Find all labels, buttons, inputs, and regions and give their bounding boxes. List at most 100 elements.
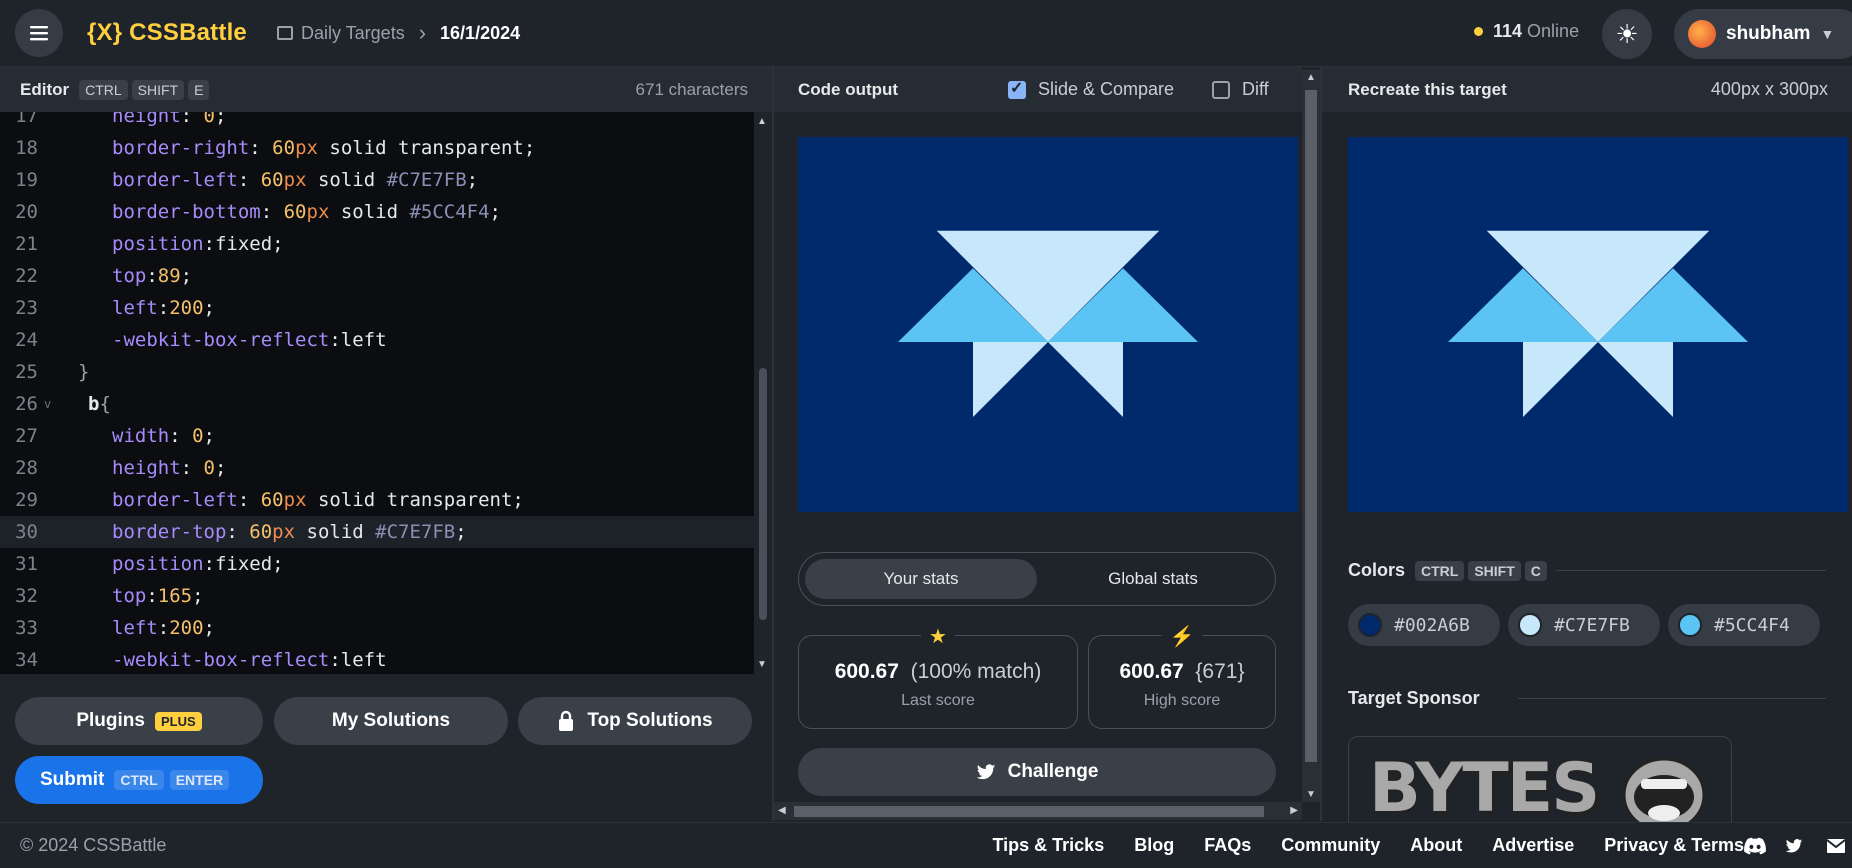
code-line[interactable]: 29 border-left: 60px solid transparent; [0, 484, 754, 516]
line-number: 22 [15, 265, 38, 287]
scroll-down-icon[interactable]: ▼ [757, 659, 767, 670]
plugins-label: Plugins [76, 710, 145, 731]
line-number: 32 [15, 585, 38, 607]
high-score-detail: {671} [1195, 660, 1245, 683]
submit-button[interactable]: Submit CTRL ENTER [15, 756, 263, 804]
last-score-label: Last score [901, 692, 975, 709]
output-vscroll-thumb[interactable] [1305, 90, 1317, 762]
code-line[interactable]: 20 border-bottom: 60px solid #5CC4F4; [0, 196, 754, 228]
menu-button[interactable] [15, 9, 63, 57]
editor-scroll-thumb[interactable] [759, 368, 767, 620]
sponsor-title: Target Sponsor [1348, 688, 1480, 709]
breadcrumb-daily-targets[interactable]: Daily Targets [301, 23, 405, 44]
code-text: b{ [88, 393, 111, 415]
line-number: 28 [15, 457, 38, 479]
theme-toggle-button[interactable]: ☀ [1602, 9, 1652, 59]
code-line[interactable]: 31 position:fixed; [0, 548, 754, 580]
scroll-left-icon[interactable]: ◀ [778, 805, 786, 816]
footer-link-privacy[interactable]: Privacy & Terms [1604, 835, 1744, 856]
editor-scrollbar[interactable]: ▲ ▼ [754, 112, 772, 674]
username: shubham [1726, 23, 1811, 44]
scroll-down-icon[interactable]: ▼ [1306, 789, 1316, 800]
footer-link-about[interactable]: About [1410, 835, 1462, 856]
code-line[interactable]: 23 left:200; [0, 292, 754, 324]
color-swatch[interactable]: #002A6B [1348, 604, 1500, 646]
code-line[interactable]: 27 width: 0; [0, 420, 754, 452]
target-preview[interactable] [1348, 137, 1848, 512]
color-hex: #002A6B [1394, 614, 1470, 636]
calendar-icon [276, 26, 293, 40]
stats-tabs: Your stats Global stats [798, 552, 1276, 606]
kbd-shift: SHIFT [131, 79, 185, 100]
scroll-right-icon[interactable]: ▶ [1290, 805, 1298, 816]
user-menu-button[interactable]: shubham ▼ [1674, 9, 1852, 59]
tab-global-stats[interactable]: Global stats [1037, 559, 1269, 599]
footer-link-blog[interactable]: Blog [1134, 835, 1174, 856]
breadcrumb-date: 16/1/2024 [440, 22, 521, 43]
pane-divider[interactable] [772, 67, 774, 821]
scroll-up-icon[interactable]: ▲ [1306, 72, 1316, 83]
code-line[interactable]: 34 -webkit-box-reflect:left [0, 644, 754, 674]
code-line[interactable]: 25} [0, 356, 754, 388]
scroll-up-icon[interactable]: ▲ [757, 116, 767, 127]
line-number: 18 [15, 137, 38, 159]
top-solutions-button[interactable]: Top Solutions [518, 697, 752, 745]
plugins-button[interactable]: Plugins PLUS [15, 697, 263, 745]
sponsor-banner[interactable]: BYTES [1348, 736, 1732, 828]
code-editor[interactable]: 17 height: 0; 18 border-right: 60px solid t… [0, 112, 754, 674]
code-line[interactable]: 21 position:fixed; [0, 228, 754, 260]
my-solutions-button[interactable]: My Solutions [274, 697, 508, 745]
pane-divider[interactable] [1320, 67, 1322, 821]
fold-chevron-icon[interactable]: v [44, 388, 51, 420]
challenge-button[interactable]: Challenge [798, 748, 1276, 796]
star-icon: ★ [921, 624, 955, 649]
target-title: Recreate this target [1348, 79, 1507, 99]
line-number: 21 [15, 233, 38, 255]
code-line[interactable]: 30 border-top: 60px solid #C7E7FB; [0, 516, 754, 548]
color-swatch[interactable]: #C7E7FB [1508, 604, 1660, 646]
code-line[interactable]: 19 border-left: 60px solid #C7E7FB; [0, 164, 754, 196]
discord-icon[interactable] [1744, 837, 1766, 855]
code-text: -webkit-box-reflect:left [112, 649, 387, 671]
tab-your-stats[interactable]: Your stats [805, 559, 1037, 599]
line-number: 17 [15, 112, 38, 127]
plus-badge: PLUS [154, 711, 202, 731]
code-line[interactable]: 32 top:165; [0, 580, 754, 612]
color-dot-icon [1678, 613, 1702, 637]
color-swatch[interactable]: #5CC4F4 [1668, 604, 1820, 646]
code-text: border-left: 60px solid transparent; [112, 489, 524, 511]
code-line[interactable]: 22 top:89; [0, 260, 754, 292]
line-number: 26 [15, 393, 38, 415]
challenge-label: Challenge [1007, 761, 1099, 782]
code-line[interactable]: 17 height: 0; [0, 112, 754, 132]
code-line[interactable]: 18 border-right: 60px solid transparent; [0, 132, 754, 164]
output-hscroll-thumb[interactable] [794, 806, 1264, 817]
footer-link-tips[interactable]: Tips & Tricks [992, 835, 1104, 856]
output-vertical-scrollbar[interactable]: ▲ ▼ [1302, 70, 1320, 802]
diff-checkbox[interactable]: Diff [1212, 79, 1269, 100]
code-text: left:200; [112, 617, 215, 639]
color-dot-icon [1518, 613, 1542, 637]
output-horizontal-scrollbar[interactable]: ◀ ▶ [774, 802, 1302, 820]
code-line[interactable]: 33 left:200; [0, 612, 754, 644]
code-line[interactable]: 26 v b{ [0, 388, 754, 420]
cssbattle-logo[interactable]: {X} CSSBattle [87, 19, 247, 47]
footer-social [1744, 837, 1852, 855]
code-text: width: 0; [112, 425, 215, 447]
code-line[interactable]: 24 -webkit-box-reflect:left [0, 324, 754, 356]
footer-links: Tips & Tricks Blog FAQs Community About … [962, 835, 1744, 856]
my-solutions-label: My Solutions [331, 710, 451, 731]
code-output-preview[interactable] [798, 137, 1298, 512]
line-number: 20 [15, 201, 38, 223]
mail-icon[interactable] [1826, 838, 1846, 854]
output-header: Code output Slide & Compare Diff [774, 67, 1302, 112]
slide-compare-checkbox[interactable]: Slide & Compare [1008, 78, 1174, 100]
kbd-ctrl: CTRL [114, 770, 164, 790]
footer-link-community[interactable]: Community [1281, 835, 1380, 856]
code-line[interactable]: 28 height: 0; [0, 452, 754, 484]
code-text: height: 0; [112, 457, 227, 479]
twitter-icon[interactable] [1784, 837, 1804, 855]
footer-link-faqs[interactable]: FAQs [1204, 835, 1251, 856]
line-number: 27 [15, 425, 38, 447]
footer-link-advertise[interactable]: Advertise [1492, 835, 1574, 856]
